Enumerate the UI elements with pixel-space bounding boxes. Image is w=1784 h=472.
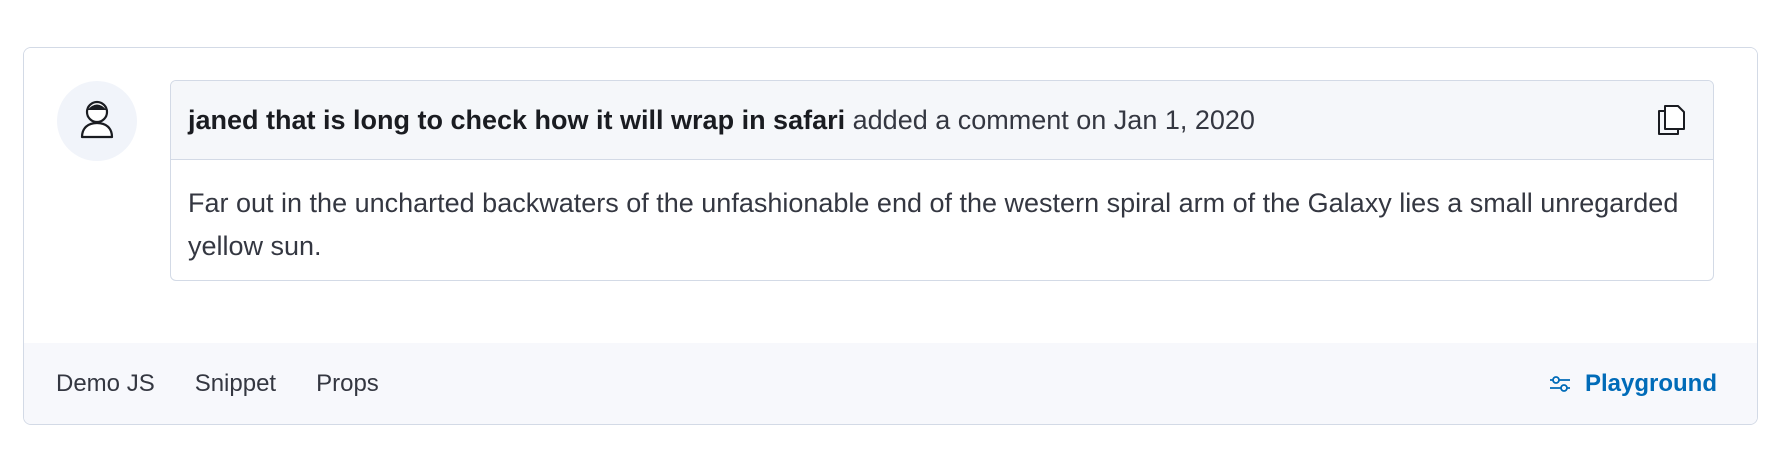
controls-icon — [1549, 375, 1571, 393]
comment-body: Far out in the uncharted backwaters of t… — [188, 188, 1679, 261]
tab-props[interactable]: Props — [316, 370, 379, 398]
copy-button[interactable] — [1655, 104, 1687, 141]
demo-panel: janed that is long to check how it will … — [23, 47, 1758, 425]
comment-card: janed that is long to check how it will … — [170, 80, 1714, 281]
playground-label: Playground — [1584, 369, 1717, 397]
copy-icon — [1656, 104, 1686, 141]
playground-button[interactable]: Playground — [1549, 343, 1717, 424]
comment-event: janed that is long to check how it will … — [24, 48, 1757, 346]
tab-demo-js[interactable]: Demo JS — [56, 370, 155, 398]
tab-snippet[interactable]: Snippet — [195, 370, 276, 398]
comment-author: janed that is long to check how it will … — [188, 104, 846, 135]
avatar — [57, 81, 137, 161]
user-icon — [77, 97, 117, 146]
comment-header-text: janed that is long to check how it will … — [188, 105, 1255, 136]
comment-header: janed that is long to check how it will … — [171, 81, 1713, 160]
comment-action: added a comment on Jan 1, 2020 — [852, 104, 1255, 135]
demo-footer: Demo JS Snippet Props Playground — [24, 343, 1757, 424]
